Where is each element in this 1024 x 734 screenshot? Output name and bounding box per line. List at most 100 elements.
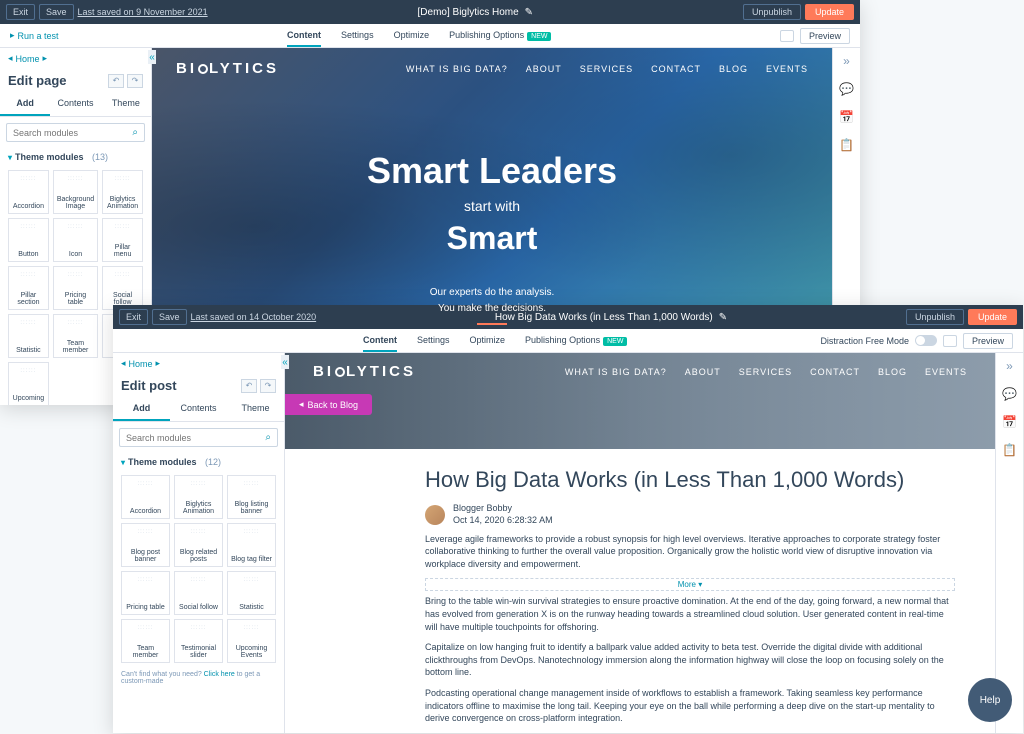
module-card[interactable]: ::::::Blog listing banner xyxy=(227,475,276,519)
more-link[interactable]: More ▾ xyxy=(425,578,955,591)
module-card[interactable]: ::::::Testimonial slider xyxy=(174,619,223,663)
nav-about[interactable]: ABOUT xyxy=(526,64,562,74)
secondary-bar: ▸ Run a test Content Settings Optimize P… xyxy=(0,24,860,48)
rail-comment-icon[interactable]: 💬 xyxy=(840,82,854,96)
module-card[interactable]: ::::::Icon xyxy=(53,218,98,262)
nav-events[interactable]: EVENTS xyxy=(766,64,808,74)
module-card[interactable]: ::::::Pricing table xyxy=(121,571,170,615)
search-box[interactable]: ⌕ xyxy=(6,123,145,142)
avatar xyxy=(425,505,445,525)
hero-heading2: Smart xyxy=(447,220,538,257)
tab-optimize[interactable]: Optimize xyxy=(394,25,430,47)
blog-p3: Capitalize on low hanging fruit to ident… xyxy=(425,641,955,679)
tab-add[interactable]: Add xyxy=(0,92,50,116)
module-card[interactable]: ::::::Social follow xyxy=(102,266,143,310)
rail-calendar-icon[interactable]: 📅 xyxy=(840,110,854,124)
blog-title: How Big Data Works (in Less Than 1,000 W… xyxy=(425,467,955,493)
collapse-sidebar-icon[interactable]: « xyxy=(281,355,289,369)
sidebar-title: Edit page xyxy=(8,73,67,88)
chat-icon[interactable] xyxy=(780,30,794,42)
unpublish-button[interactable]: Unpublish xyxy=(743,4,801,20)
blog-p1: Leverage agile frameworks to provide a r… xyxy=(425,533,955,571)
undo-button[interactable]: ↶ xyxy=(108,74,124,88)
module-card[interactable]: ::::::Pricing table xyxy=(53,266,98,310)
last-saved-link[interactable]: Last saved on 9 November 2021 xyxy=(78,7,208,17)
rail-task-icon[interactable]: 📋 xyxy=(840,138,854,152)
blog-menu: WHAT IS BIG DATA? ABOUT SERVICES CONTACT… xyxy=(565,367,967,377)
hero-nav: BILYTICS WHAT IS BIG DATA? ABOUT SERVICE… xyxy=(152,48,832,89)
module-card[interactable]: ::::::Accordion xyxy=(8,170,49,214)
module-card[interactable]: ::::::Blog tag filter xyxy=(227,523,276,567)
nav-blog[interactable]: BLOG xyxy=(719,64,748,74)
module-card[interactable]: ::::::Blog related posts xyxy=(174,523,223,567)
collapse-rail-icon[interactable]: » xyxy=(840,54,854,68)
run-test-link[interactable]: ▸ Run a test xyxy=(10,30,59,41)
nav-about[interactable]: ABOUT xyxy=(685,367,721,377)
search-input[interactable] xyxy=(13,128,132,138)
module-card[interactable]: ::::::Statistic xyxy=(8,314,49,358)
tab-settings[interactable]: Settings xyxy=(341,25,374,47)
preview-button[interactable]: Preview xyxy=(963,333,1013,349)
nav-events[interactable]: EVENTS xyxy=(925,367,967,377)
tab-contents[interactable]: Contents xyxy=(50,92,100,116)
module-card[interactable]: ::::::Biglytics Animation xyxy=(102,170,143,214)
search-box[interactable]: ⌕ xyxy=(119,428,278,447)
exit-button[interactable]: Exit xyxy=(6,4,35,20)
module-card[interactable]: ::::::Team member xyxy=(53,314,98,358)
exit-button[interactable]: Exit xyxy=(119,309,148,325)
section-header[interactable]: ▾ Theme modules (13) xyxy=(0,148,151,166)
nav-bigdata[interactable]: WHAT IS BIG DATA? xyxy=(406,64,508,74)
tab-publishing[interactable]: Publishing OptionsNEW xyxy=(449,25,551,47)
update-button[interactable]: Update xyxy=(968,309,1017,325)
footer-link[interactable]: Click here xyxy=(204,671,235,678)
redo-button[interactable]: ↷ xyxy=(127,74,143,88)
author-row: Blogger Bobby Oct 14, 2020 6:28:32 AM xyxy=(425,503,955,526)
preview-button[interactable]: Preview xyxy=(800,28,850,44)
module-card[interactable]: ::::::Biglytics Animation xyxy=(174,475,223,519)
module-card[interactable]: ::::::Pillar menu xyxy=(102,218,143,262)
hero-sub: start with xyxy=(464,198,520,214)
module-card[interactable]: ::::::Pillar section xyxy=(8,266,49,310)
blog-body: How Big Data Works (in Less Than 1,000 W… xyxy=(285,449,995,733)
module-card[interactable]: ::::::Statistic xyxy=(227,571,276,615)
search-input[interactable] xyxy=(126,433,265,443)
section-header[interactable]: ▾ Theme modules (12) xyxy=(113,453,284,471)
module-card[interactable]: ::::::Social follow xyxy=(174,571,223,615)
breadcrumb[interactable]: ◂ Home ▸ xyxy=(0,48,151,69)
hero-menu: WHAT IS BIG DATA? ABOUT SERVICES CONTACT… xyxy=(406,64,808,74)
collapse-sidebar-icon[interactable]: « xyxy=(148,50,156,64)
logo[interactable]: BILYTICS xyxy=(176,60,279,77)
update-button[interactable]: Update xyxy=(805,4,854,20)
sidebar-footer: Can't find what you need? Click here to … xyxy=(113,667,284,689)
author-name: Blogger Bobby xyxy=(453,503,553,515)
nav-services[interactable]: SERVICES xyxy=(739,367,792,377)
back-to-blog-button[interactable]: ◂ Back to Blog xyxy=(285,394,372,415)
rail-task-icon[interactable]: 📋 xyxy=(1003,443,1017,457)
module-card[interactable]: ::::::Team member xyxy=(121,619,170,663)
chat-icon[interactable] xyxy=(943,335,957,347)
module-card[interactable]: ::::::Background Image xyxy=(53,170,98,214)
nav-bigdata[interactable]: WHAT IS BIG DATA? xyxy=(565,367,667,377)
unpublish-button[interactable]: Unpublish xyxy=(906,309,964,325)
module-card[interactable]: ::::::Button xyxy=(8,218,49,262)
tab-content[interactable]: Content xyxy=(287,25,321,47)
dfm-toggle[interactable] xyxy=(915,335,937,346)
module-card[interactable]: ::::::Blog post banner xyxy=(121,523,170,567)
rail-calendar-icon[interactable]: 📅 xyxy=(1003,415,1017,429)
nav-blog[interactable]: BLOG xyxy=(878,367,907,377)
save-button[interactable]: Save xyxy=(39,4,74,20)
module-card[interactable]: ::::::Upcoming xyxy=(8,362,49,405)
blog-canvas: BILYTICS WHAT IS BIG DATA? ABOUT SERVICE… xyxy=(285,353,995,733)
chevron-down-icon: ▾ xyxy=(121,458,125,467)
rail-comment-icon[interactable]: 💬 xyxy=(1003,387,1017,401)
nav-contact[interactable]: CONTACT xyxy=(651,64,701,74)
edit-title-icon[interactable]: ✎ xyxy=(525,7,533,18)
help-button[interactable]: Help xyxy=(968,678,1012,722)
module-card[interactable]: ::::::Upcoming Events xyxy=(227,619,276,663)
logo[interactable]: BILYTICS xyxy=(313,363,416,380)
collapse-rail-icon[interactable]: » xyxy=(1003,359,1017,373)
tab-theme[interactable]: Theme xyxy=(101,92,151,116)
module-card[interactable]: ::::::Accordion xyxy=(121,475,170,519)
nav-contact[interactable]: CONTACT xyxy=(810,367,860,377)
nav-services[interactable]: SERVICES xyxy=(580,64,633,74)
